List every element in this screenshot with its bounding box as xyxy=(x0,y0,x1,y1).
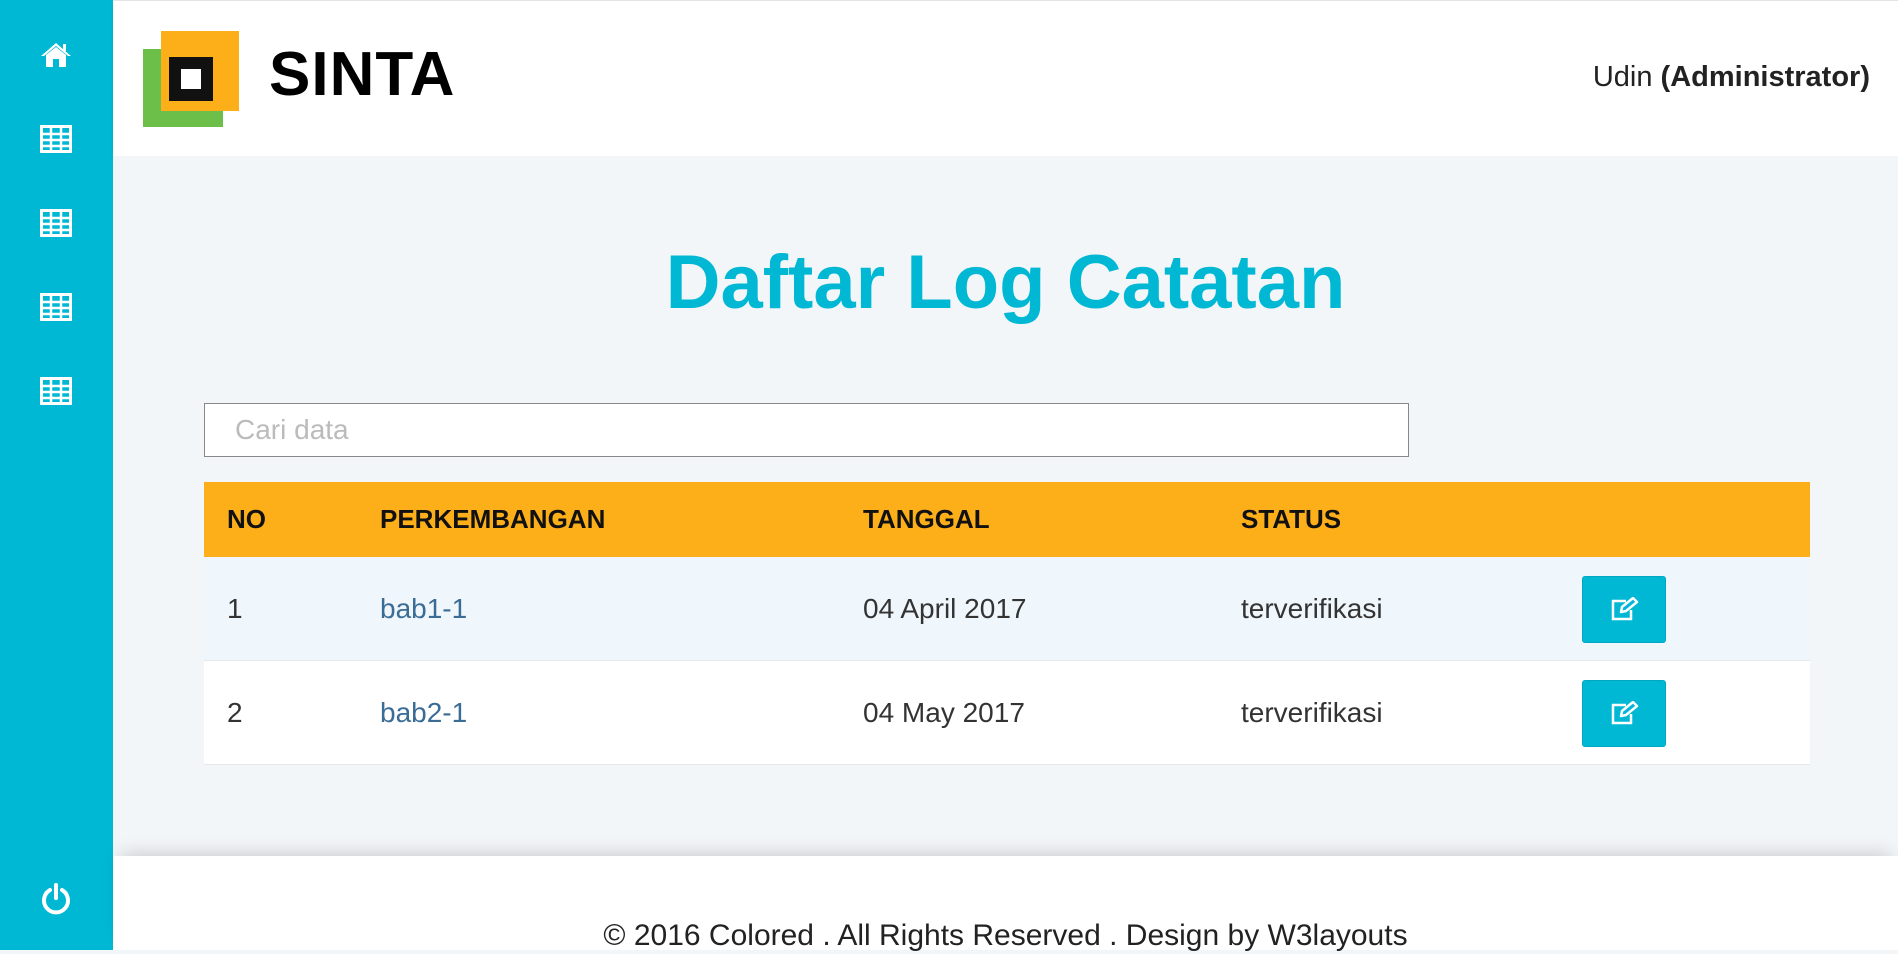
column-header-tanggal: TANGGAL xyxy=(863,504,990,534)
edit-icon xyxy=(1611,700,1639,724)
log-table: NO PERKEMBANGAN TANGGAL STATUS 1 bab1-1 … xyxy=(204,482,1810,765)
table-icon[interactable] xyxy=(38,121,74,157)
row-status: terverifikasi xyxy=(1241,593,1383,624)
table-icon[interactable] xyxy=(38,373,74,409)
power-icon[interactable] xyxy=(38,881,74,917)
row-status: terverifikasi xyxy=(1241,697,1383,728)
user-info[interactable]: Udin (Administrator) xyxy=(1593,59,1870,95)
row-date: 04 April 2017 xyxy=(863,593,1027,624)
home-icon[interactable] xyxy=(38,37,74,73)
column-header-no: NO xyxy=(227,504,266,534)
edit-button[interactable] xyxy=(1582,680,1666,747)
search-input[interactable] xyxy=(204,403,1409,457)
header: SINTA Udin (Administrator) xyxy=(113,0,1898,156)
table-row: 2 bab2-1 04 May 2017 terverifikasi xyxy=(204,661,1810,765)
column-header-perkembangan: PERKEMBANGAN xyxy=(380,504,606,534)
brand-title: SINTA xyxy=(269,40,456,109)
row-date: 04 May 2017 xyxy=(863,697,1025,728)
sidebar xyxy=(0,0,113,950)
footer: © 2016 Colored . All Rights Reserved . D… xyxy=(113,856,1898,952)
perkembangan-link[interactable]: bab1-1 xyxy=(380,557,467,661)
column-header-status: STATUS xyxy=(1241,504,1342,534)
edit-icon xyxy=(1611,596,1639,620)
page-title: Daftar Log Catatan xyxy=(665,240,1346,325)
row-number: 2 xyxy=(227,697,243,728)
row-number: 1 xyxy=(227,593,243,624)
main-content: Daftar Log Catatan NO PERKEMBANGAN TANGG… xyxy=(113,156,1898,856)
edit-button[interactable] xyxy=(1582,576,1666,643)
user-role: (Administrator) xyxy=(1660,61,1870,93)
table-icon[interactable] xyxy=(38,205,74,241)
user-name: Udin xyxy=(1592,61,1653,93)
footer-copyright: © 2016 Colored . All Rights Reserved . D… xyxy=(603,919,1408,952)
table-icon[interactable] xyxy=(38,289,74,325)
table-row: 1 bab1-1 04 April 2017 terverifikasi xyxy=(204,557,1810,661)
logo-icon xyxy=(143,31,239,127)
table-header: NO PERKEMBANGAN TANGGAL STATUS xyxy=(204,482,1810,557)
perkembangan-link[interactable]: bab2-1 xyxy=(380,661,467,765)
